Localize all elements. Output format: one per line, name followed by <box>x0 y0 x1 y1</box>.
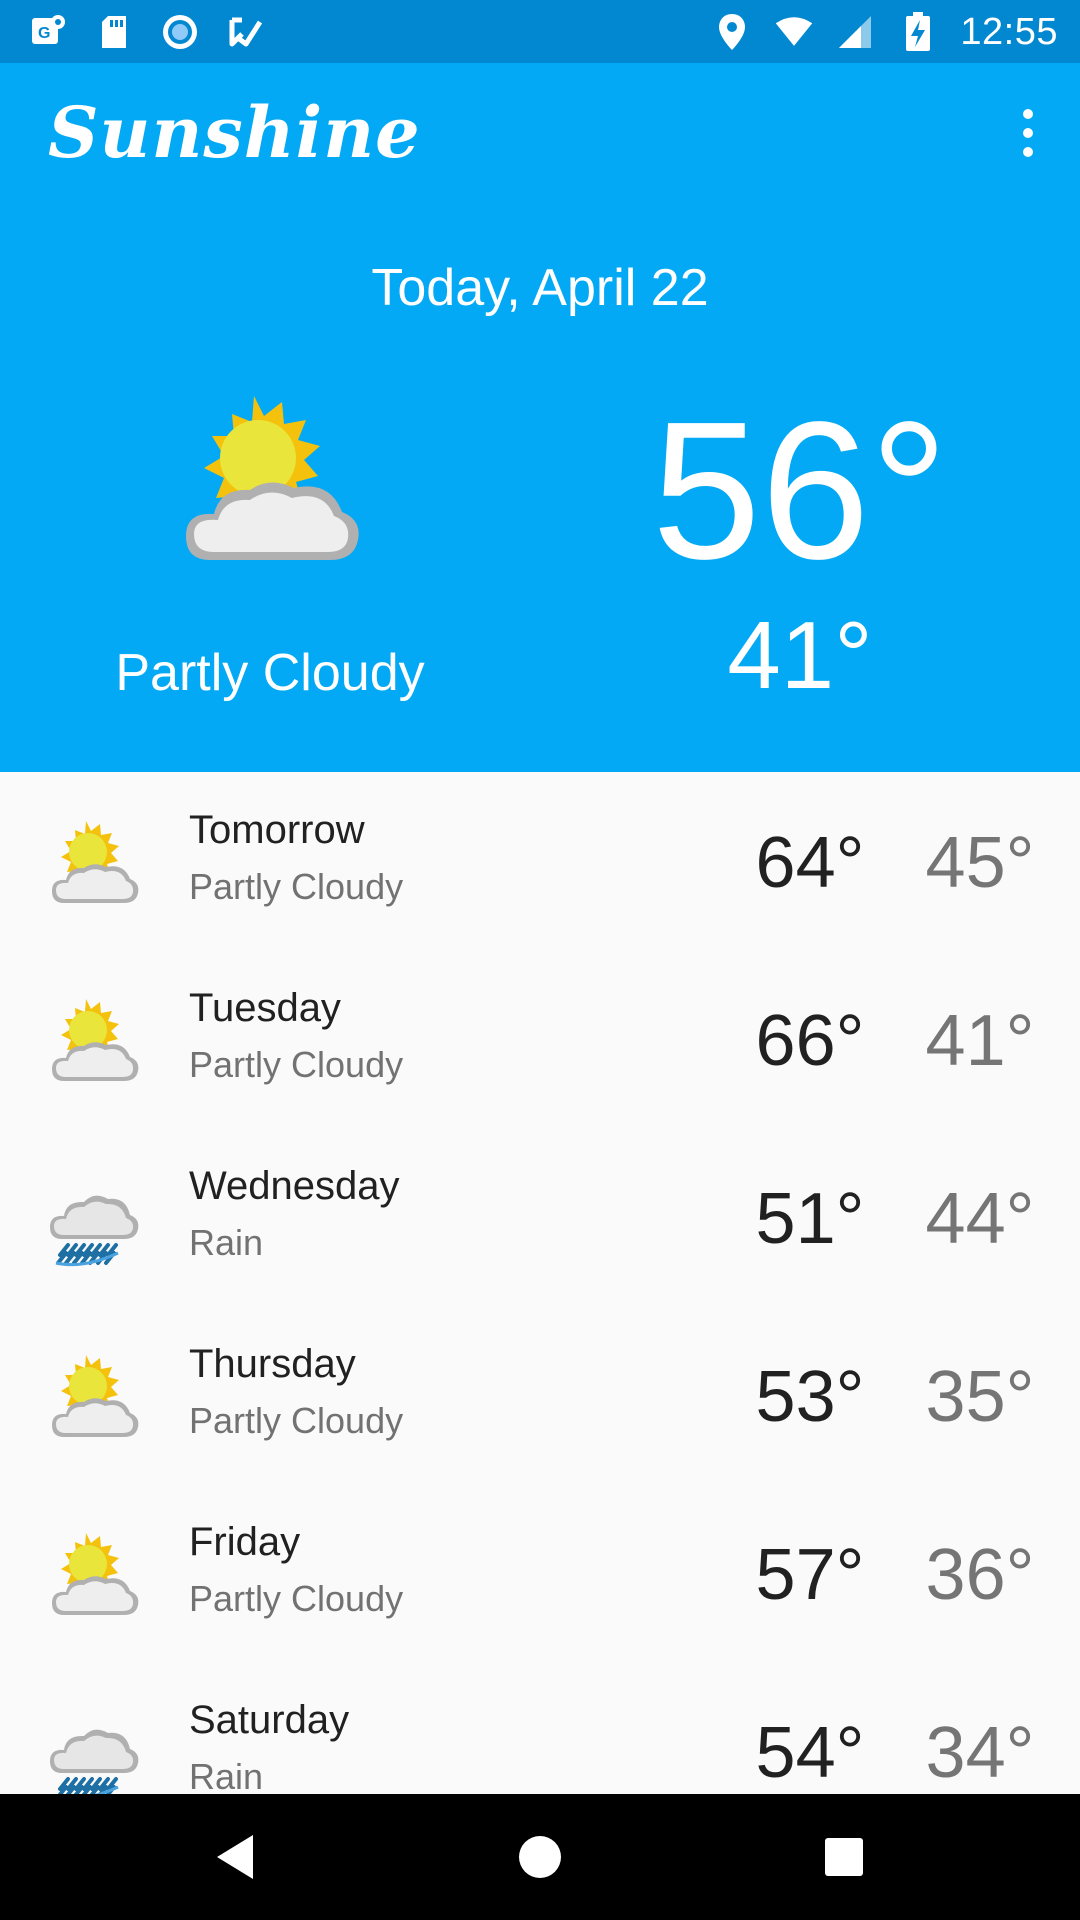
forecast-row-thursday[interactable]: Thursday Partly Cloudy 53° 35° <box>0 1306 1080 1484</box>
forecast-low-temp: 41° <box>925 1001 1035 1081</box>
forecast-day: Thursday <box>189 1342 356 1386</box>
task-check-icon <box>226 12 266 52</box>
forecast-day: Tomorrow <box>189 808 365 852</box>
forecast-day: Wednesday <box>189 1164 400 1208</box>
maps-notification-icon: G <box>28 12 68 52</box>
forecast-high-temp: 54° <box>755 1713 865 1793</box>
forecast-low-temp: 35° <box>925 1357 1035 1437</box>
today-date: Today, April 22 <box>371 259 709 317</box>
forecast-low-temp: 44° <box>925 1179 1035 1259</box>
forecast-high-temp: 64° <box>755 823 865 903</box>
forecast-list[interactable]: Tomorrow Partly Cloudy 64° 45° Tuesday P… <box>0 772 1080 1794</box>
forecast-row-friday[interactable]: Friday Partly Cloudy 57° 36° <box>0 1484 1080 1662</box>
rain-icon <box>44 1173 144 1273</box>
status-bar-notifications: G <box>28 8 266 56</box>
partly-cloudy-icon <box>44 817 144 917</box>
forecast-row-tomorrow[interactable]: Tomorrow Partly Cloudy 64° 45° <box>0 772 1080 950</box>
today-description: Partly Cloudy <box>115 644 425 702</box>
forecast-low-temp: 45° <box>925 823 1035 903</box>
forecast-low-temp: 34° <box>925 1713 1035 1793</box>
battery-charging-icon <box>898 12 938 52</box>
forecast-description: Rain <box>189 1222 264 1263</box>
wifi-icon <box>774 12 814 52</box>
forecast-high-temp: 66° <box>755 1001 865 1081</box>
status-bar: G 12:55 <box>0 0 1080 63</box>
forecast-day: Friday <box>189 1520 301 1564</box>
status-bar-system: 12:55 <box>712 8 1058 56</box>
app-title: Sunshine <box>48 91 421 174</box>
partly-cloudy-icon <box>44 995 144 1095</box>
forecast-description: Partly Cloudy <box>189 1044 404 1085</box>
today-low-temp: 41° <box>727 602 873 709</box>
more-vert-icon[interactable] <box>1004 103 1052 163</box>
navigation-bar <box>0 1794 1080 1920</box>
forecast-low-temp: 36° <box>925 1535 1035 1615</box>
forecast-row-saturday[interactable]: Saturday Rain 54° 34° <box>0 1662 1080 1794</box>
recents-icon[interactable] <box>814 1827 874 1887</box>
forecast-row-tuesday[interactable]: Tuesday Partly Cloudy 66° 41° <box>0 950 1080 1128</box>
forecast-description: Partly Cloudy <box>189 1578 404 1619</box>
forecast-high-temp: 57° <box>755 1535 865 1615</box>
today-high-temp: 56° <box>651 381 949 600</box>
record-icon <box>160 12 200 52</box>
partly-cloudy-icon <box>44 1529 144 1629</box>
sd-card-icon <box>94 12 134 52</box>
cell-signal-icon <box>836 12 876 52</box>
home-icon[interactable] <box>510 1827 570 1887</box>
forecast-description: Rain <box>189 1756 264 1794</box>
forecast-high-temp: 51° <box>755 1179 865 1259</box>
forecast-description: Partly Cloudy <box>189 1400 404 1441</box>
today-header: Sunshine Today, April 22 Partly Cloudy 5… <box>0 63 1080 772</box>
partly-cloudy-icon <box>44 1351 144 1451</box>
location-icon <box>712 12 752 52</box>
forecast-day: Tuesday <box>189 986 341 1030</box>
back-icon[interactable] <box>205 1827 265 1887</box>
svg-text:G: G <box>38 25 50 42</box>
status-time: 12:55 <box>960 10 1058 53</box>
rain-icon <box>44 1707 144 1794</box>
partly-cloudy-icon <box>155 388 385 588</box>
forecast-description: Partly Cloudy <box>189 866 404 907</box>
forecast-row-wednesday[interactable]: Wednesday Rain 51° 44° <box>0 1128 1080 1306</box>
forecast-day: Saturday <box>189 1698 350 1742</box>
forecast-high-temp: 53° <box>755 1357 865 1437</box>
